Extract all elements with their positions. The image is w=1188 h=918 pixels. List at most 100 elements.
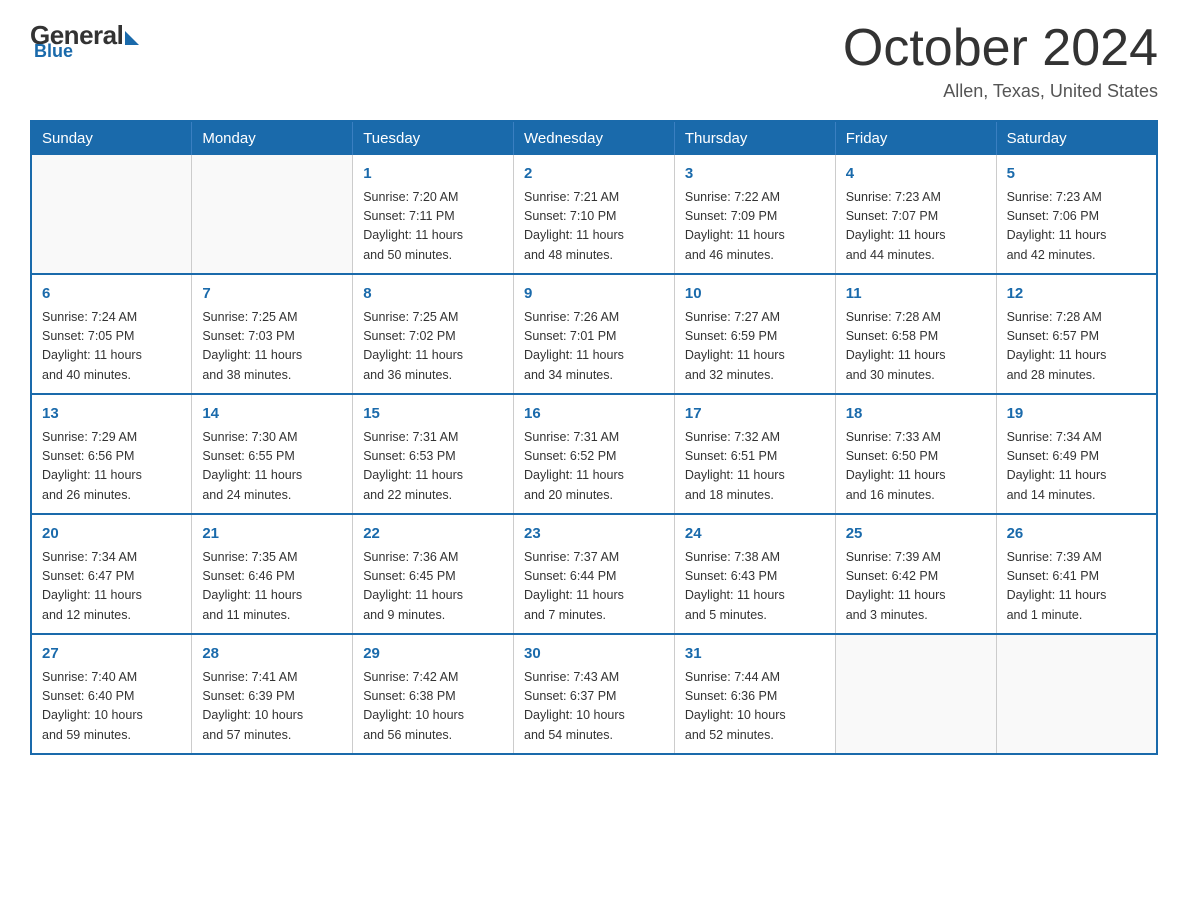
day-info: Sunrise: 7:28 AM Sunset: 6:58 PM Dayligh… xyxy=(846,308,986,386)
day-info: Sunrise: 7:33 AM Sunset: 6:50 PM Dayligh… xyxy=(846,428,986,506)
day-number: 8 xyxy=(363,283,503,306)
table-row: 31Sunrise: 7:44 AM Sunset: 6:36 PM Dayli… xyxy=(674,634,835,754)
day-number: 3 xyxy=(685,163,825,186)
table-row: 5Sunrise: 7:23 AM Sunset: 7:06 PM Daylig… xyxy=(996,155,1157,274)
table-row xyxy=(996,634,1157,754)
day-number: 22 xyxy=(363,523,503,546)
day-number: 11 xyxy=(846,283,986,306)
header-friday: Friday xyxy=(835,121,996,155)
day-info: Sunrise: 7:37 AM Sunset: 6:44 PM Dayligh… xyxy=(524,548,664,626)
day-number: 13 xyxy=(42,403,181,426)
table-row xyxy=(835,634,996,754)
day-number: 21 xyxy=(202,523,342,546)
calendar-week-row: 13Sunrise: 7:29 AM Sunset: 6:56 PM Dayli… xyxy=(31,394,1157,514)
title-area: October 2024 Allen, Texas, United States xyxy=(843,20,1158,102)
calendar-table: Sunday Monday Tuesday Wednesday Thursday… xyxy=(30,120,1158,755)
calendar-week-row: 27Sunrise: 7:40 AM Sunset: 6:40 PM Dayli… xyxy=(31,634,1157,754)
day-number: 19 xyxy=(1007,403,1146,426)
day-number: 14 xyxy=(202,403,342,426)
table-row: 16Sunrise: 7:31 AM Sunset: 6:52 PM Dayli… xyxy=(514,394,675,514)
month-title: October 2024 xyxy=(843,20,1158,77)
day-number: 27 xyxy=(42,643,181,666)
table-row: 28Sunrise: 7:41 AM Sunset: 6:39 PM Dayli… xyxy=(192,634,353,754)
day-number: 2 xyxy=(524,163,664,186)
day-info: Sunrise: 7:36 AM Sunset: 6:45 PM Dayligh… xyxy=(363,548,503,626)
table-row: 6Sunrise: 7:24 AM Sunset: 7:05 PM Daylig… xyxy=(31,274,192,394)
day-number: 31 xyxy=(685,643,825,666)
table-row: 8Sunrise: 7:25 AM Sunset: 7:02 PM Daylig… xyxy=(353,274,514,394)
day-number: 29 xyxy=(363,643,503,666)
table-row: 2Sunrise: 7:21 AM Sunset: 7:10 PM Daylig… xyxy=(514,155,675,274)
day-info: Sunrise: 7:21 AM Sunset: 7:10 PM Dayligh… xyxy=(524,188,664,266)
day-number: 23 xyxy=(524,523,664,546)
table-row: 24Sunrise: 7:38 AM Sunset: 6:43 PM Dayli… xyxy=(674,514,835,634)
table-row: 26Sunrise: 7:39 AM Sunset: 6:41 PM Dayli… xyxy=(996,514,1157,634)
logo-blue-text: Blue xyxy=(34,41,73,62)
day-info: Sunrise: 7:27 AM Sunset: 6:59 PM Dayligh… xyxy=(685,308,825,386)
day-number: 12 xyxy=(1007,283,1146,306)
day-number: 1 xyxy=(363,163,503,186)
table-row: 11Sunrise: 7:28 AM Sunset: 6:58 PM Dayli… xyxy=(835,274,996,394)
day-info: Sunrise: 7:20 AM Sunset: 7:11 PM Dayligh… xyxy=(363,188,503,266)
day-number: 9 xyxy=(524,283,664,306)
table-row: 1Sunrise: 7:20 AM Sunset: 7:11 PM Daylig… xyxy=(353,155,514,274)
logo: General Blue xyxy=(30,20,139,62)
day-info: Sunrise: 7:22 AM Sunset: 7:09 PM Dayligh… xyxy=(685,188,825,266)
day-info: Sunrise: 7:23 AM Sunset: 7:07 PM Dayligh… xyxy=(846,188,986,266)
table-row xyxy=(192,155,353,274)
day-info: Sunrise: 7:34 AM Sunset: 6:47 PM Dayligh… xyxy=(42,548,181,626)
day-info: Sunrise: 7:35 AM Sunset: 6:46 PM Dayligh… xyxy=(202,548,342,626)
day-info: Sunrise: 7:25 AM Sunset: 7:03 PM Dayligh… xyxy=(202,308,342,386)
calendar-week-row: 1Sunrise: 7:20 AM Sunset: 7:11 PM Daylig… xyxy=(31,155,1157,274)
page-header: General Blue October 2024 Allen, Texas, … xyxy=(30,20,1158,102)
table-row: 30Sunrise: 7:43 AM Sunset: 6:37 PM Dayli… xyxy=(514,634,675,754)
calendar-week-row: 20Sunrise: 7:34 AM Sunset: 6:47 PM Dayli… xyxy=(31,514,1157,634)
table-row: 29Sunrise: 7:42 AM Sunset: 6:38 PM Dayli… xyxy=(353,634,514,754)
day-number: 10 xyxy=(685,283,825,306)
day-number: 15 xyxy=(363,403,503,426)
table-row xyxy=(31,155,192,274)
header-tuesday: Tuesday xyxy=(353,121,514,155)
table-row: 12Sunrise: 7:28 AM Sunset: 6:57 PM Dayli… xyxy=(996,274,1157,394)
day-number: 25 xyxy=(846,523,986,546)
day-info: Sunrise: 7:23 AM Sunset: 7:06 PM Dayligh… xyxy=(1007,188,1146,266)
table-row: 15Sunrise: 7:31 AM Sunset: 6:53 PM Dayli… xyxy=(353,394,514,514)
day-info: Sunrise: 7:29 AM Sunset: 6:56 PM Dayligh… xyxy=(42,428,181,506)
table-row: 19Sunrise: 7:34 AM Sunset: 6:49 PM Dayli… xyxy=(996,394,1157,514)
table-row: 3Sunrise: 7:22 AM Sunset: 7:09 PM Daylig… xyxy=(674,155,835,274)
day-info: Sunrise: 7:32 AM Sunset: 6:51 PM Dayligh… xyxy=(685,428,825,506)
day-number: 5 xyxy=(1007,163,1146,186)
table-row: 4Sunrise: 7:23 AM Sunset: 7:07 PM Daylig… xyxy=(835,155,996,274)
header-monday: Monday xyxy=(192,121,353,155)
calendar-header-row: Sunday Monday Tuesday Wednesday Thursday… xyxy=(31,121,1157,155)
table-row: 23Sunrise: 7:37 AM Sunset: 6:44 PM Dayli… xyxy=(514,514,675,634)
day-number: 4 xyxy=(846,163,986,186)
table-row: 20Sunrise: 7:34 AM Sunset: 6:47 PM Dayli… xyxy=(31,514,192,634)
header-thursday: Thursday xyxy=(674,121,835,155)
day-info: Sunrise: 7:24 AM Sunset: 7:05 PM Dayligh… xyxy=(42,308,181,386)
table-row: 14Sunrise: 7:30 AM Sunset: 6:55 PM Dayli… xyxy=(192,394,353,514)
day-number: 18 xyxy=(846,403,986,426)
day-info: Sunrise: 7:30 AM Sunset: 6:55 PM Dayligh… xyxy=(202,428,342,506)
table-row: 27Sunrise: 7:40 AM Sunset: 6:40 PM Dayli… xyxy=(31,634,192,754)
day-info: Sunrise: 7:31 AM Sunset: 6:53 PM Dayligh… xyxy=(363,428,503,506)
day-info: Sunrise: 7:26 AM Sunset: 7:01 PM Dayligh… xyxy=(524,308,664,386)
header-saturday: Saturday xyxy=(996,121,1157,155)
day-info: Sunrise: 7:25 AM Sunset: 7:02 PM Dayligh… xyxy=(363,308,503,386)
day-number: 20 xyxy=(42,523,181,546)
day-info: Sunrise: 7:34 AM Sunset: 6:49 PM Dayligh… xyxy=(1007,428,1146,506)
table-row: 17Sunrise: 7:32 AM Sunset: 6:51 PM Dayli… xyxy=(674,394,835,514)
day-info: Sunrise: 7:44 AM Sunset: 6:36 PM Dayligh… xyxy=(685,668,825,746)
table-row: 9Sunrise: 7:26 AM Sunset: 7:01 PM Daylig… xyxy=(514,274,675,394)
day-info: Sunrise: 7:42 AM Sunset: 6:38 PM Dayligh… xyxy=(363,668,503,746)
day-number: 26 xyxy=(1007,523,1146,546)
day-info: Sunrise: 7:39 AM Sunset: 6:41 PM Dayligh… xyxy=(1007,548,1146,626)
header-sunday: Sunday xyxy=(31,121,192,155)
day-number: 7 xyxy=(202,283,342,306)
table-row: 22Sunrise: 7:36 AM Sunset: 6:45 PM Dayli… xyxy=(353,514,514,634)
table-row: 18Sunrise: 7:33 AM Sunset: 6:50 PM Dayli… xyxy=(835,394,996,514)
table-row: 7Sunrise: 7:25 AM Sunset: 7:03 PM Daylig… xyxy=(192,274,353,394)
day-info: Sunrise: 7:38 AM Sunset: 6:43 PM Dayligh… xyxy=(685,548,825,626)
day-info: Sunrise: 7:28 AM Sunset: 6:57 PM Dayligh… xyxy=(1007,308,1146,386)
table-row: 13Sunrise: 7:29 AM Sunset: 6:56 PM Dayli… xyxy=(31,394,192,514)
